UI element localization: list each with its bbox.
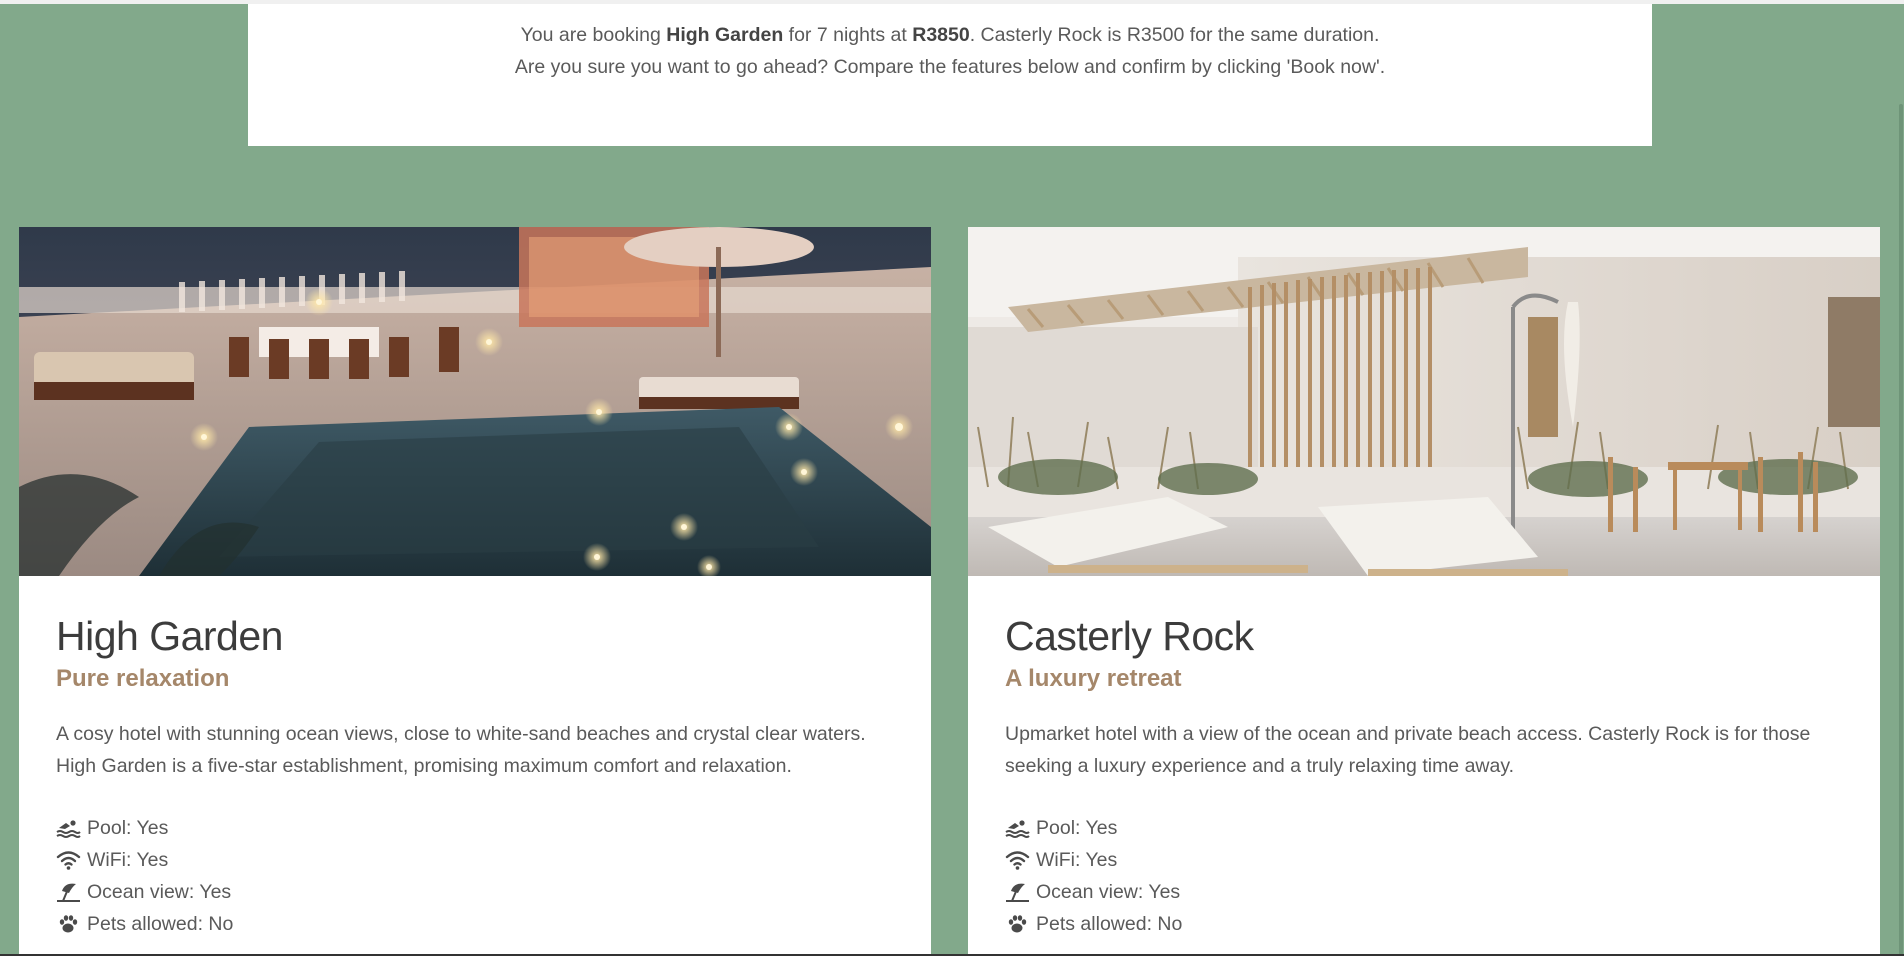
hotel-name: High Garden bbox=[56, 613, 283, 659]
feature-text: WiFi: Yes bbox=[87, 849, 169, 871]
notice-line-2: Are you sure you want to go ahead? Compa… bbox=[514, 56, 1386, 78]
feature-text: Pets allowed: No bbox=[1036, 913, 1183, 935]
feature-ocean-view: Ocean view: Yes bbox=[1005, 876, 1843, 908]
feature-text: WiFi: Yes bbox=[1036, 849, 1118, 871]
feature-wifi: WiFi: Yes bbox=[1005, 844, 1843, 876]
notice-hotel-name: High Garden bbox=[666, 24, 784, 46]
feature-text: Ocean view: Yes bbox=[87, 881, 232, 903]
feature-list: Pool: Yes WiFi: Yes Ocean view: Yes Pets… bbox=[56, 812, 894, 940]
feature-text: Ocean view: Yes bbox=[1036, 881, 1181, 903]
hotel-description: Upmarket hotel with a view of the ocean … bbox=[1005, 723, 1811, 777]
feature-wifi: WiFi: Yes bbox=[56, 844, 894, 876]
feature-pets: Pets allowed: No bbox=[56, 908, 894, 940]
page-scrollbar[interactable] bbox=[1897, 4, 1904, 956]
paw-icon bbox=[1005, 913, 1030, 935]
notice-suffix: . Casterly Rock is R3500 for the same du… bbox=[969, 24, 1380, 46]
hotel-card-high-garden: High Garden Pure relaxation A cosy hotel… bbox=[19, 227, 931, 956]
feature-list: Pool: Yes WiFi: Yes Ocean view: Yes Pets… bbox=[1005, 812, 1843, 940]
booking-page: You are booking High Garden for 7 nights… bbox=[0, 0, 1904, 956]
hotel-photo-casterly-rock bbox=[968, 227, 1880, 576]
notice-line-1: You are booking High Garden for 7 nights… bbox=[248, 19, 1652, 51]
feature-pool: Pool: Yes bbox=[56, 812, 894, 844]
hotel-name: Casterly Rock bbox=[1005, 613, 1254, 659]
feature-text: Pets allowed: No bbox=[87, 913, 234, 935]
feature-pool: Pool: Yes bbox=[1005, 812, 1843, 844]
booking-notice: You are booking High Garden for 7 nights… bbox=[248, 4, 1652, 146]
hotel-card-body: High Garden Pure relaxation A cosy hotel… bbox=[19, 576, 931, 940]
feature-text: Pool: Yes bbox=[1036, 817, 1118, 839]
hotel-card-body: Casterly Rock A luxury retreat Upmarket … bbox=[968, 576, 1880, 940]
scrollbar-thumb[interactable] bbox=[1899, 104, 1903, 956]
hotel-photo-high-garden bbox=[19, 227, 931, 576]
swimmer-icon bbox=[1005, 817, 1030, 839]
hotel-tagline: Pure relaxation bbox=[56, 665, 230, 692]
umbrella-beach-icon bbox=[56, 881, 81, 903]
swimmer-icon bbox=[56, 817, 81, 839]
paw-icon bbox=[56, 913, 81, 935]
notice-mid: for 7 nights at bbox=[783, 24, 913, 46]
notice-price: R3850 bbox=[912, 24, 970, 46]
hotel-card-casterly-rock: Casterly Rock A luxury retreat Upmarket … bbox=[968, 227, 1880, 956]
notice-prefix: You are booking bbox=[520, 24, 667, 46]
feature-text: Pool: Yes bbox=[87, 817, 169, 839]
umbrella-beach-icon bbox=[1005, 881, 1030, 903]
wifi-icon bbox=[1005, 849, 1030, 871]
wifi-icon bbox=[56, 849, 81, 871]
hotel-tagline: A luxury retreat bbox=[1005, 665, 1182, 692]
feature-pets: Pets allowed: No bbox=[1005, 908, 1843, 940]
feature-ocean-view: Ocean view: Yes bbox=[56, 876, 894, 908]
hotel-description: A cosy hotel with stunning ocean views, … bbox=[56, 723, 866, 777]
